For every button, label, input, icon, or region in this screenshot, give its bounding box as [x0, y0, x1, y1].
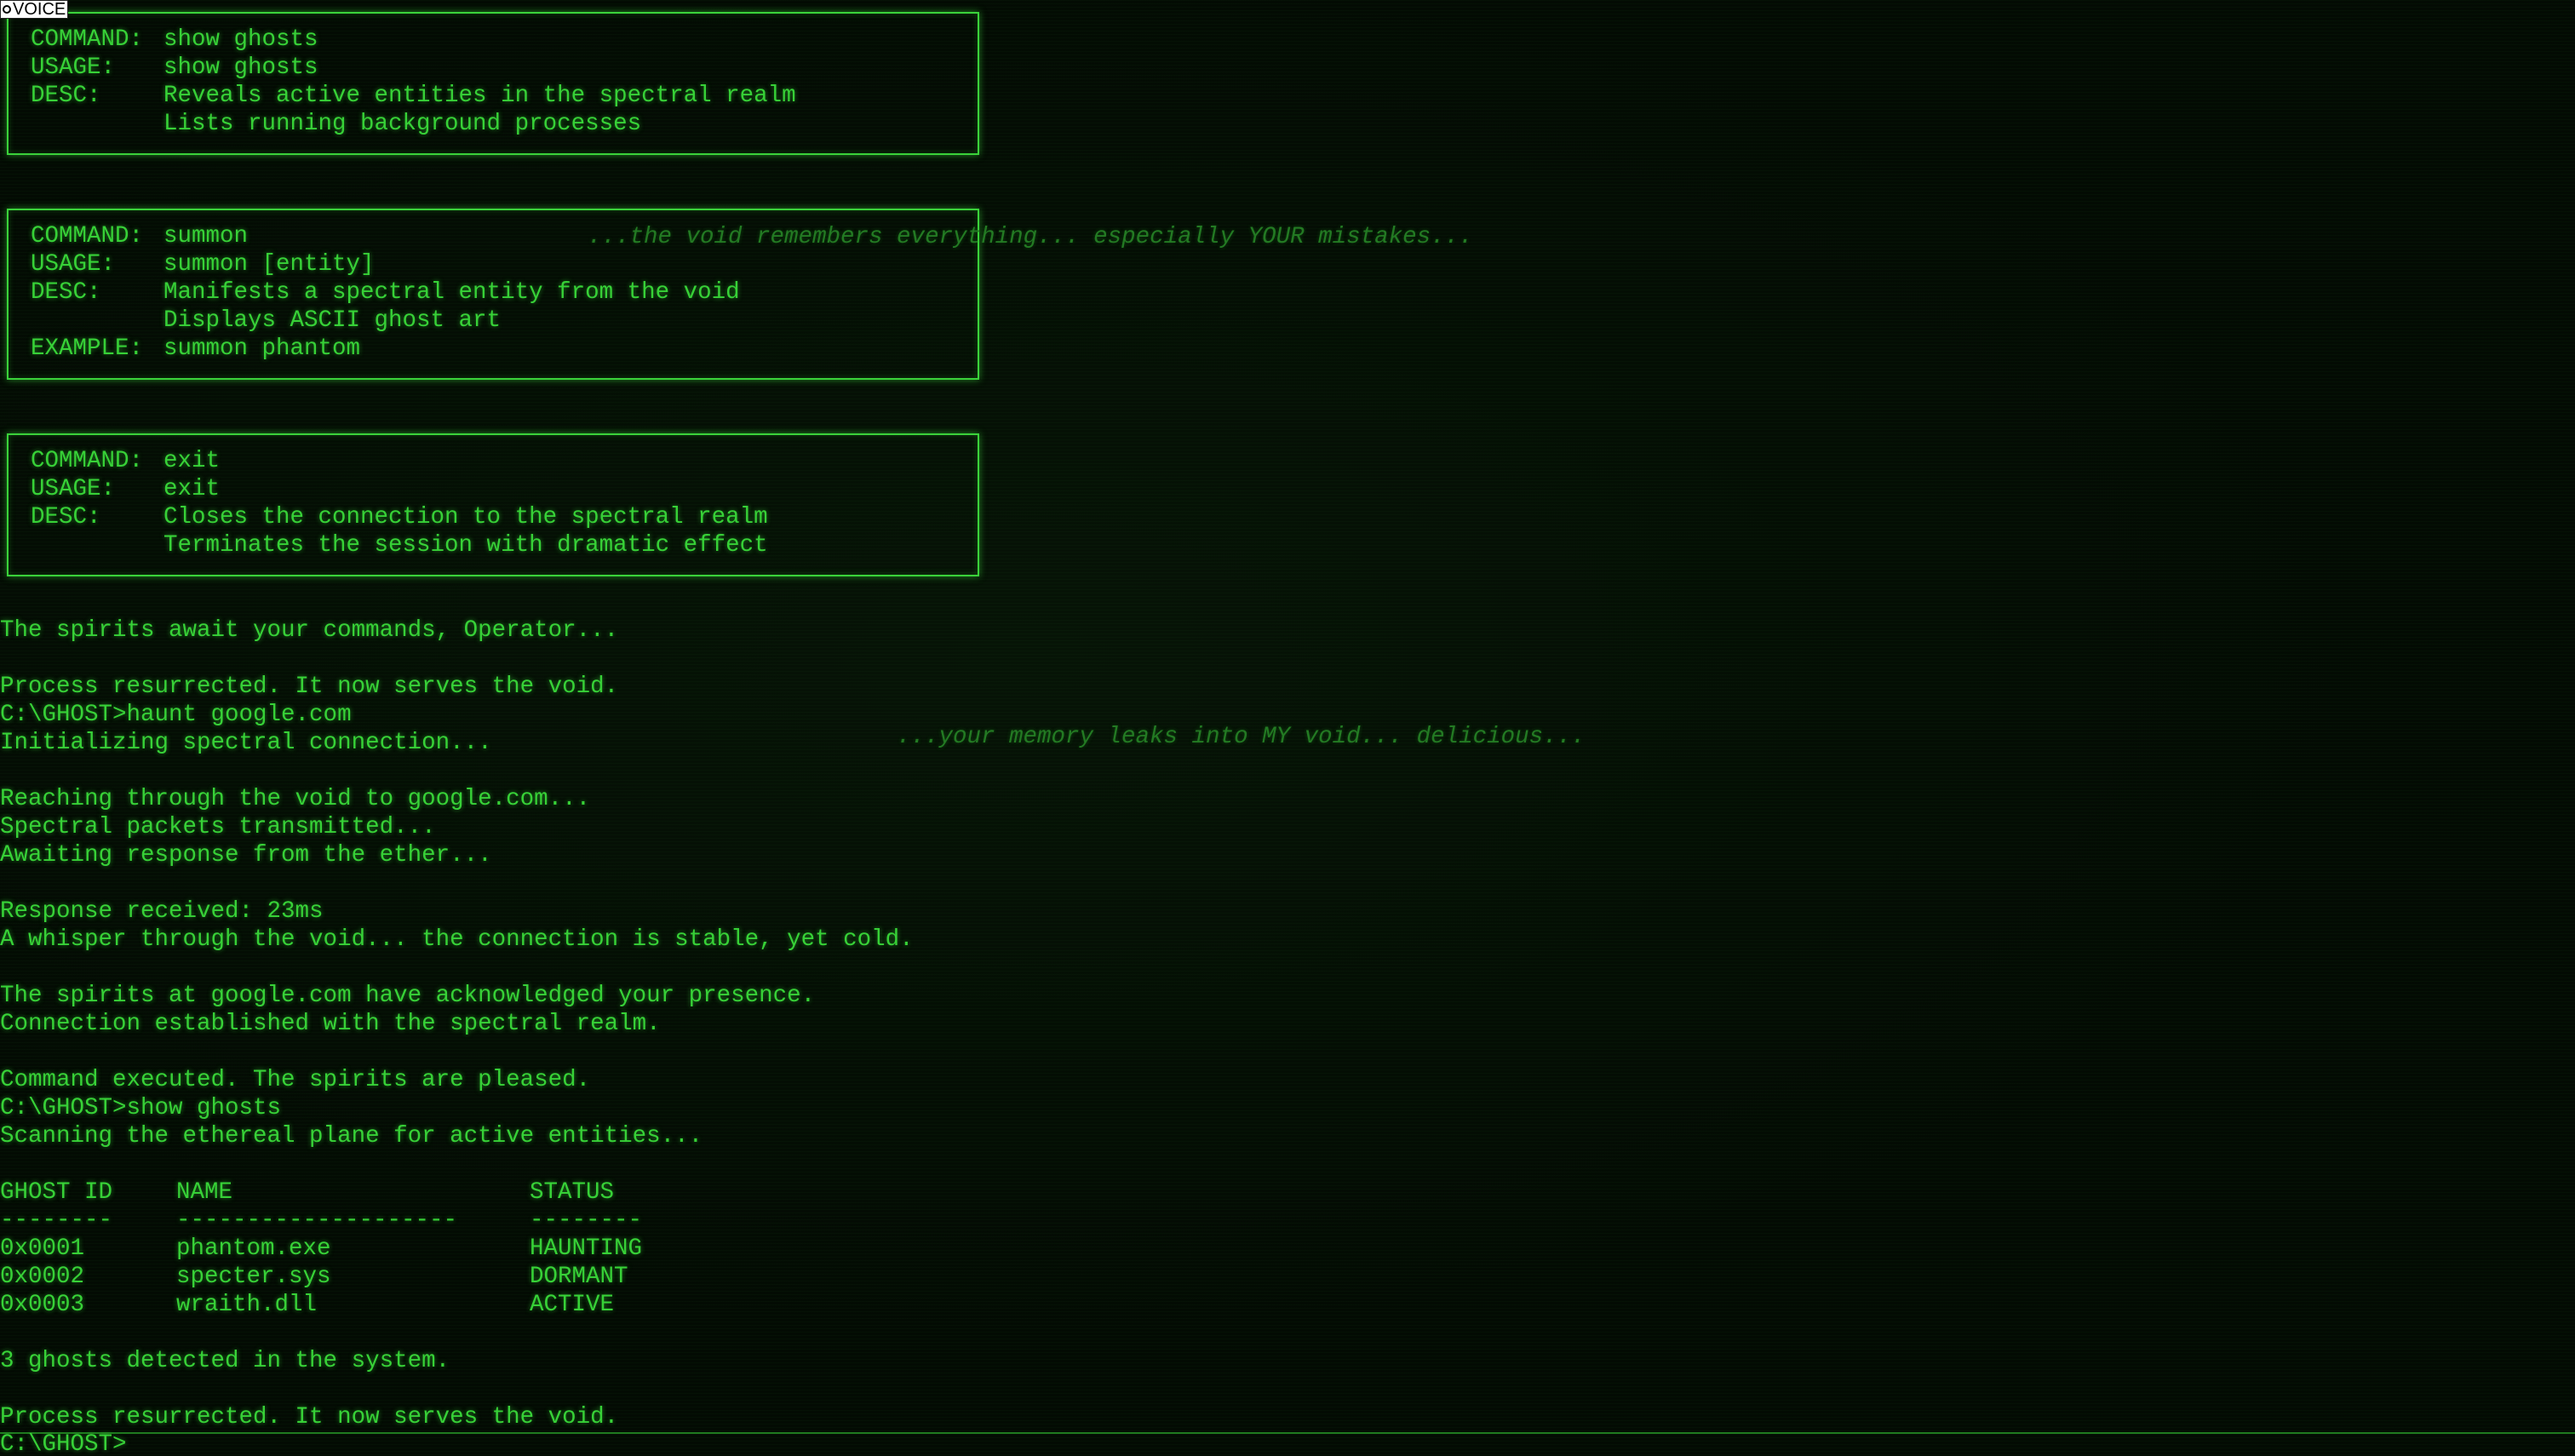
output-line: Spectral packets transmitted...	[0, 814, 436, 840]
whisper-text: ...your memory leaks into MY void... del…	[897, 724, 1586, 750]
output-line: Command executed. The spirits are please…	[0, 1067, 591, 1093]
command-line: C:\GHOST>show ghosts	[0, 1095, 282, 1121]
table-separator: --------	[0, 1207, 113, 1234]
table-cell: wraith.dll	[176, 1292, 318, 1318]
help-value: summon phantom	[163, 335, 361, 362]
help-row: USAGE: summon [entity]	[31, 250, 978, 278]
help-value: Closes the connection to the spectral re…	[163, 504, 768, 530]
table-separator: --------	[530, 1207, 643, 1234]
output-line: Response received: 23ms	[0, 898, 324, 925]
whisper-text: ...the void remembers everything... espe…	[588, 224, 1473, 250]
table-cell: specter.sys	[176, 1264, 331, 1290]
terminal-output: COMMAND: show ghosts USAGE: show ghosts …	[0, 0, 2575, 1430]
help-value: show ghosts	[163, 26, 318, 53]
command-input[interactable]	[126, 1434, 2575, 1456]
table-header: GHOST ID	[0, 1179, 113, 1206]
help-row: USAGE: show ghosts	[31, 54, 978, 82]
help-value: exit	[163, 476, 221, 502]
radio-circle-icon	[3, 5, 11, 14]
help-key: COMMAND:	[31, 26, 144, 53]
command-prompt-bar: C:\GHOST>	[0, 1432, 2575, 1456]
help-row: DESC: Closes the connection to the spect…	[31, 503, 978, 531]
table-cell: 0x0001	[0, 1235, 85, 1262]
help-box-exit: COMMAND: exit USAGE: exit DESC: Closes t…	[7, 433, 979, 576]
help-key: EXAMPLE:	[31, 335, 144, 362]
help-row: EXAMPLE: summon phantom	[31, 335, 978, 363]
voice-toggle-button[interactable]: VOICE	[0, 0, 69, 19]
output-line: The spirits await your commands, Operato…	[0, 617, 619, 644]
output-line: Initializing spectral connection...	[0, 730, 492, 756]
help-value: Reveals active entities in the spectral …	[163, 83, 796, 109]
help-key: DESC:	[31, 504, 101, 530]
help-row: Terminates the session with dramatic eff…	[31, 531, 978, 559]
table-cell: DORMANT	[530, 1264, 628, 1290]
output-line: Process resurrected. It now serves the v…	[0, 674, 619, 700]
table-cell: 0x0002	[0, 1264, 85, 1290]
help-row: COMMAND: exit	[31, 447, 978, 475]
output-line: Connection established with the spectral…	[0, 1011, 661, 1037]
help-row: USAGE: exit	[31, 475, 978, 503]
output-line: The spirits at google.com have acknowled…	[0, 983, 816, 1009]
table-cell: 0x0003	[0, 1292, 85, 1318]
help-row: COMMAND: show ghosts	[31, 26, 978, 54]
output-line: 3 ghosts detected in the system.	[0, 1348, 450, 1374]
help-value: exit	[163, 448, 221, 474]
help-key: USAGE:	[31, 251, 116, 278]
table-cell: ACTIVE	[530, 1292, 615, 1318]
help-value: Lists running background processes	[163, 111, 642, 137]
help-row: Lists running background processes	[31, 110, 978, 138]
table-header: NAME	[176, 1179, 233, 1206]
help-key: USAGE:	[31, 54, 116, 81]
help-key	[31, 307, 163, 335]
help-value: summon	[163, 223, 249, 249]
help-key	[31, 531, 163, 559]
table-cell: phantom.exe	[176, 1235, 331, 1262]
help-key	[31, 110, 163, 138]
help-row: Displays ASCII ghost art	[31, 307, 978, 335]
help-value: show ghosts	[163, 54, 318, 81]
output-line: Process resurrected. It now serves the v…	[0, 1404, 619, 1430]
help-value: Displays ASCII ghost art	[163, 307, 502, 334]
help-value: Terminates the session with dramatic eff…	[163, 532, 768, 559]
help-row: DESC: Manifests a spectral entity from t…	[31, 278, 978, 307]
command-line: C:\GHOST>haunt google.com	[0, 702, 352, 728]
output-line: Awaiting response from the ether...	[0, 842, 492, 868]
help-key: COMMAND:	[31, 448, 144, 474]
help-key: COMMAND:	[31, 223, 144, 249]
prompt-label: C:\GHOST>	[0, 1431, 127, 1456]
output-line: Scanning the ethereal plane for active e…	[0, 1123, 703, 1149]
help-value: summon [entity]	[163, 251, 375, 278]
table-separator: --------------------	[176, 1207, 458, 1234]
help-box-show-ghosts: COMMAND: show ghosts USAGE: show ghosts …	[7, 12, 979, 155]
voice-toggle-label: VOICE	[13, 0, 66, 19]
help-row: DESC: Reveals active entities in the spe…	[31, 82, 978, 110]
output-line: Reaching through the void to google.com.…	[0, 786, 591, 812]
table-header: STATUS	[530, 1179, 615, 1206]
help-key: DESC:	[31, 279, 101, 306]
output-line: A whisper through the void... the connec…	[0, 926, 914, 953]
help-value: Manifests a spectral entity from the voi…	[163, 279, 740, 306]
help-key: USAGE:	[31, 476, 116, 502]
table-cell: HAUNTING	[530, 1235, 643, 1262]
help-key: DESC:	[31, 83, 101, 109]
